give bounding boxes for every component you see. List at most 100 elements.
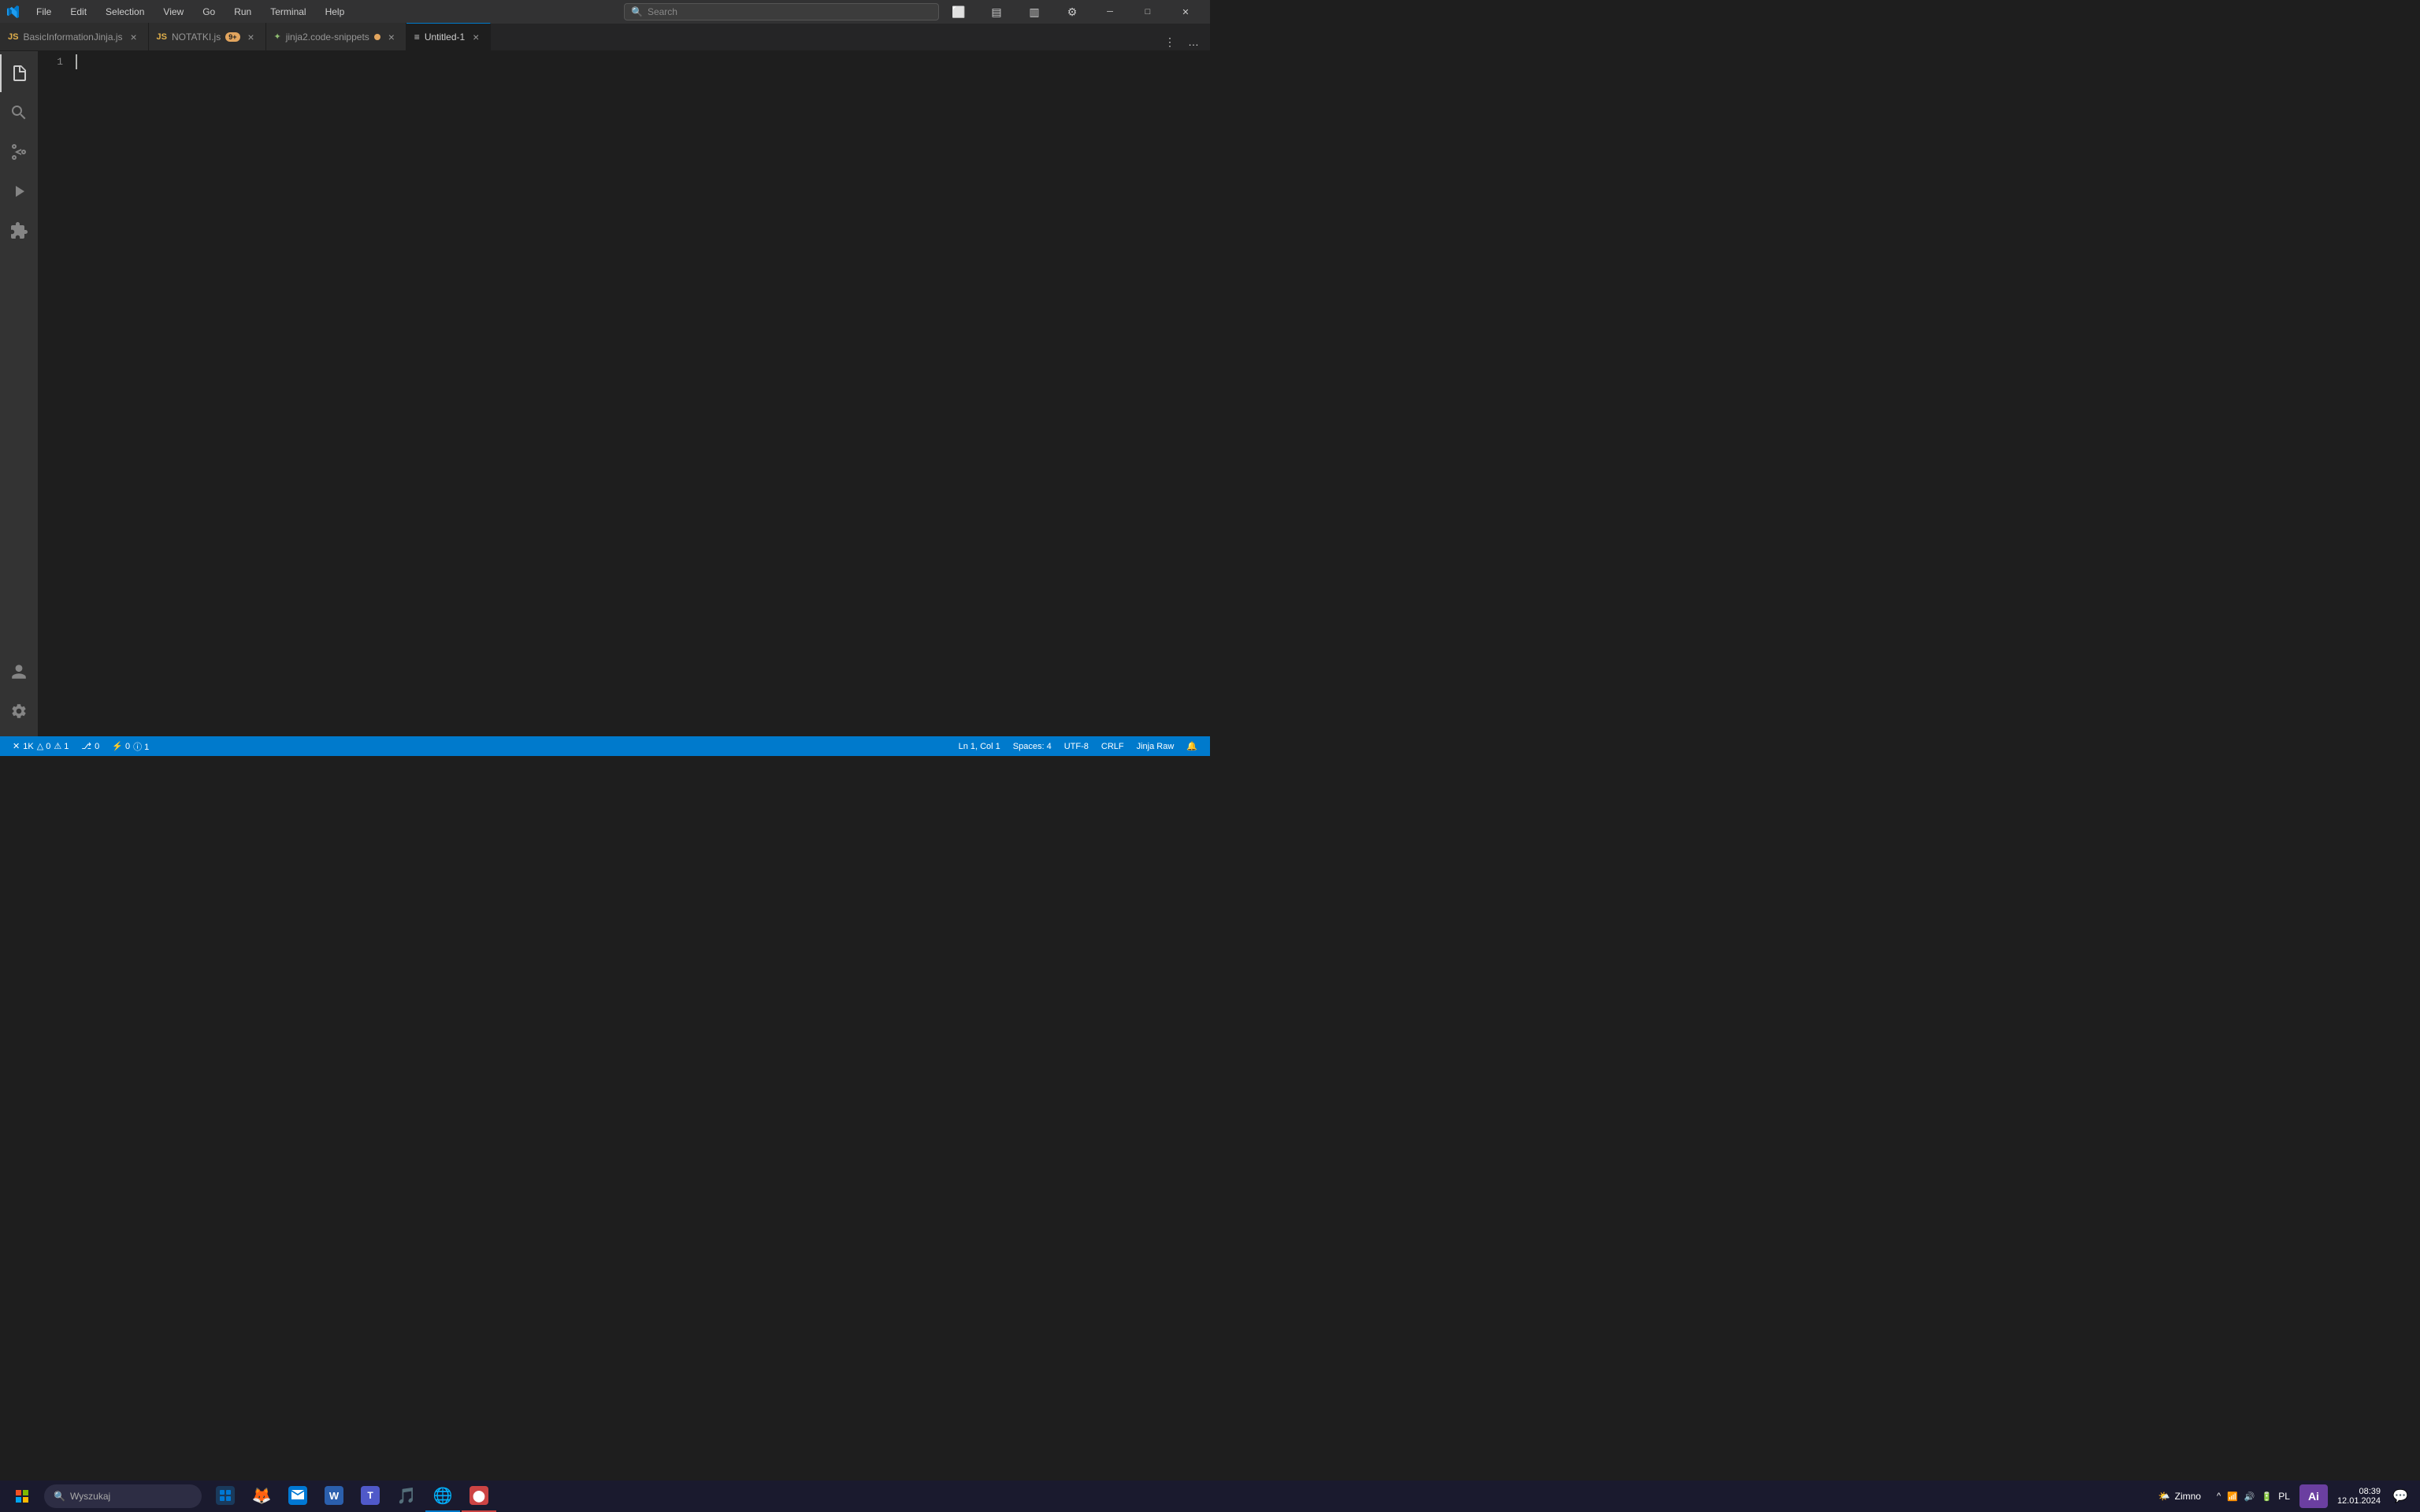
tab-jinja2[interactable]: ✦ jinja2.code-snippets × xyxy=(266,23,406,50)
taskbar-outlook[interactable] xyxy=(280,1480,315,1512)
vscode-taskbar-icon: ⬤ xyxy=(470,1486,488,1505)
show-hidden-icon[interactable]: ^ xyxy=(2217,1492,2221,1501)
menu-run[interactable]: Run xyxy=(228,3,258,20)
status-spaces-text: Spaces: 4 xyxy=(1013,742,1052,751)
branch-icon: ⎇ xyxy=(81,741,91,751)
status-language[interactable]: Jinja Raw xyxy=(1130,736,1181,756)
status-source-control[interactable]: ⎇ 0 xyxy=(75,736,106,756)
edge-icon: 🌐 xyxy=(433,1486,452,1505)
menu-help[interactable]: Help xyxy=(319,3,351,20)
tab-jinja2-close[interactable]: × xyxy=(385,31,398,43)
ai-button[interactable]: Ai xyxy=(2299,1484,2328,1508)
clock-widget[interactable]: 08:39 12.01.2024 xyxy=(2331,1487,2387,1506)
start-button[interactable] xyxy=(3,1480,41,1512)
taskbar-search[interactable]: 🔍 Wyszukaj xyxy=(44,1484,202,1508)
split-editor-button[interactable]: ⋮ xyxy=(1160,33,1180,50)
menu-view[interactable]: View xyxy=(157,3,190,20)
tab-notatki-close[interactable]: × xyxy=(245,31,258,43)
weather-icon: 🌤️ xyxy=(2158,1491,2170,1502)
cursor-line xyxy=(76,54,1210,69)
taskbar-word[interactable]: W xyxy=(317,1480,351,1512)
tab-jinja2-label: jinja2.code-snippets xyxy=(286,32,369,43)
notification-bell-icon: 🔔 xyxy=(1186,741,1197,751)
system-tray[interactable]: ^ 📶 🔊 🔋 PL xyxy=(2210,1491,2296,1502)
close-button[interactable]: ✕ xyxy=(1167,0,1204,24)
status-warnings-icon: △ 0 xyxy=(37,741,51,751)
status-encoding[interactable]: UTF-8 xyxy=(1058,736,1095,756)
global-search-bar[interactable]: 🔍 Search xyxy=(624,3,939,20)
tab-basicinfo[interactable]: JS BasicInformationJinja.js × xyxy=(0,23,149,50)
firefox-old-icon: 🦊 xyxy=(252,1486,271,1505)
editor-content[interactable] xyxy=(69,51,1210,736)
status-spaces[interactable]: Spaces: 4 xyxy=(1007,736,1058,756)
weather-widget[interactable]: 🌤️ Zimno xyxy=(2152,1491,2207,1502)
network-icon: 📶 xyxy=(2227,1492,2238,1502)
taskbar-teams[interactable]: T xyxy=(353,1480,388,1512)
activity-bar-bottom xyxy=(0,653,38,736)
menu-selection[interactable]: Selection xyxy=(99,3,150,20)
ai-label: Ai xyxy=(2308,1490,2319,1503)
activity-search[interactable] xyxy=(0,94,38,132)
layout-activity-button[interactable]: ▤ xyxy=(978,0,1015,24)
titlebar-controls: ⬜ ▤ ▥ ⚙ ─ □ ✕ xyxy=(941,0,1204,24)
tab-jinja2-modified-dot xyxy=(374,34,380,40)
tab-basicinfo-close[interactable]: × xyxy=(128,31,140,43)
status-position[interactable]: Ln 1, Col 1 xyxy=(952,736,1007,756)
taskbar: 🔍 Wyszukaj 🦊 xyxy=(0,1480,2420,1512)
line-numbers: 1 xyxy=(38,51,69,69)
search-icon: 🔍 xyxy=(631,6,643,17)
activity-source-control[interactable] xyxy=(0,133,38,171)
status-bell[interactable]: 🔔 xyxy=(1180,736,1204,756)
vscode-logo-icon xyxy=(6,5,20,19)
status-encoding-text: UTF-8 xyxy=(1064,742,1089,751)
clock-time: 08:39 xyxy=(2359,1487,2381,1496)
activity-run-debug[interactable] xyxy=(0,172,38,210)
more-actions-button[interactable]: … xyxy=(1183,33,1204,50)
status-language-text: Jinja Raw xyxy=(1137,742,1175,751)
menu-edit[interactable]: Edit xyxy=(64,3,93,20)
editor-area[interactable]: 1 xyxy=(38,51,1210,736)
tab-untitled[interactable]: ≡ Untitled-1 × xyxy=(406,23,491,50)
maximize-button[interactable]: □ xyxy=(1130,0,1166,24)
layout-panel-button[interactable]: ▥ xyxy=(1016,0,1052,24)
status-errors-count: 1K xyxy=(23,742,33,751)
activity-explorer[interactable] xyxy=(0,54,38,92)
tab-notatki[interactable]: JS NOTATKI.js 9+ × xyxy=(149,23,266,50)
minimize-button[interactable]: ─ xyxy=(1092,0,1128,24)
menu-file[interactable]: File xyxy=(30,3,58,20)
input-language-icon: PL xyxy=(2278,1491,2290,1502)
info-count: ⓘ 1 xyxy=(133,740,149,753)
outlook-icon xyxy=(288,1486,307,1505)
notifications-button[interactable]: 💬 xyxy=(2390,1480,2411,1512)
activity-settings[interactable] xyxy=(0,692,38,730)
tab-notatki-badge: 9+ xyxy=(225,32,239,42)
spotify-icon: 🎵 xyxy=(397,1486,416,1505)
activity-accounts[interactable] xyxy=(0,653,38,691)
activity-bar xyxy=(0,51,38,736)
status-eol[interactable]: CRLF xyxy=(1095,736,1130,756)
menu-terminal[interactable]: Terminal xyxy=(264,3,312,20)
plain-file-icon: ≡ xyxy=(414,32,420,43)
layout-sidebar-button[interactable]: ⬜ xyxy=(941,0,977,24)
taskbar-spotify[interactable]: 🎵 xyxy=(389,1480,424,1512)
jinja-file-icon: ✦ xyxy=(274,32,281,42)
status-eol-text: CRLF xyxy=(1101,742,1124,751)
status-notifications[interactable]: ⚡ 0 ⓘ 1 xyxy=(106,736,155,756)
activity-extensions[interactable] xyxy=(0,212,38,250)
taskbar-task-view[interactable] xyxy=(208,1480,243,1512)
tab-basicinfo-label: BasicInformationJinja.js xyxy=(23,32,122,43)
search-taskbar-icon: 🔍 xyxy=(54,1491,65,1502)
tabs-bar: JS BasicInformationJinja.js × JS NOTATKI… xyxy=(0,24,1210,51)
tab-untitled-close[interactable]: × xyxy=(470,31,482,43)
clock-date: 12.01.2024 xyxy=(2337,1496,2381,1506)
taskbar-firefox-old[interactable]: 🦊 xyxy=(244,1480,279,1512)
status-remote[interactable]: ✕ 1K △ 0 ⚠ 1 xyxy=(6,736,75,756)
line-number-1: 1 xyxy=(38,54,63,69)
layout-customize-button[interactable]: ⚙ xyxy=(1054,0,1090,24)
word-icon: W xyxy=(325,1486,343,1505)
menu-go[interactable]: Go xyxy=(196,3,221,20)
taskbar-apps: 🦊 W T 🎵 🌐 ⬤ xyxy=(208,1480,496,1512)
taskbar-edge[interactable]: 🌐 xyxy=(425,1480,460,1512)
taskbar-vscode[interactable]: ⬤ xyxy=(462,1480,496,1512)
teams-icon: T xyxy=(361,1486,380,1505)
